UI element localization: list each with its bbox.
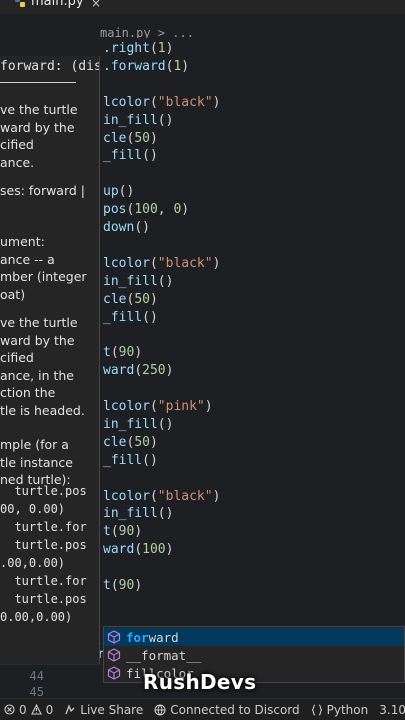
doc-paragraph: mple (for a tle instance ned turtle): [0, 437, 73, 487]
code-line[interactable]: cle(50) [103, 434, 158, 452]
code-line[interactable]: ward(100) [103, 541, 173, 559]
code-line[interactable]: up() [103, 183, 134, 201]
warning-icon [30, 704, 42, 715]
code-line[interactable]: cle(50) [103, 130, 158, 148]
tab-main-py[interactable]: main.py [14, 0, 84, 9]
code-line[interactable]: in_fill() [103, 416, 173, 434]
code-line[interactable]: in_fill() [103, 505, 173, 523]
code-line[interactable]: in_fill() [103, 273, 173, 291]
watermark: RushDevs [143, 670, 257, 694]
globe-icon [154, 703, 166, 716]
method-cube-icon [107, 666, 121, 680]
hover-signature: forward: (distance) [0, 59, 99, 74]
code-line[interactable]: lcolor("black") [103, 488, 220, 506]
suggestion-item[interactable]: __format__ [104, 646, 404, 664]
doc-example-code: turtle.pos 00, 0.00) turtle.for turtle.p… [0, 484, 87, 624]
doc-paragraph: ve the turtle ward by the cified ance, i… [0, 315, 85, 418]
code-line[interactable]: lcolor("black") [103, 255, 220, 273]
tab-label: main.py [31, 0, 84, 9]
live-share-button[interactable]: Live Share [64, 703, 143, 717]
python-file-icon [15, 0, 25, 7]
code-line[interactable]: lcolor("black") [103, 94, 220, 112]
code-line[interactable]: down() [103, 219, 150, 237]
tab-close-icon[interactable]: × [91, 0, 101, 10]
method-cube-icon [107, 630, 121, 644]
code-line[interactable]: cle(50) [103, 291, 158, 309]
suggestion-rest: __format__ [126, 647, 202, 663]
code-line[interactable]: .right(1) [103, 40, 173, 58]
code-editor[interactable]: .right(1) .forward(1) lcolor("black") in_fi… [0, 38, 405, 694]
suggestion-item[interactable]: for ward [104, 628, 404, 646]
code-line[interactable]: .forward(1) [103, 58, 189, 76]
status-bar: 0 0 Live Share Connected to Discord Pyth… [0, 698, 405, 720]
code-line[interactable]: t(90) [103, 344, 142, 362]
suggestion-match: for [126, 629, 149, 645]
doc-paragraph: ses: forward | [0, 183, 86, 198]
signature-divider [0, 82, 76, 83]
error-icon [4, 704, 15, 715]
interpreter-version[interactable]: 3.10.1 64-bit [379, 703, 405, 717]
method-cube-icon [107, 648, 121, 662]
language-mode[interactable]: Python [311, 703, 368, 717]
suggestion-rest: ward [148, 629, 179, 645]
doc-paragraph: ve the turtle ward by the cified ance. [0, 102, 78, 170]
hover-doc-popup: forward: (distance) ve the turtle ward b… [0, 56, 100, 664]
code-line[interactable]: _fill() [103, 309, 158, 327]
tab-bar: main.py × [0, 0, 405, 14]
code-line[interactable]: t(90) [103, 523, 142, 541]
code-line[interactable]: in_fill() [103, 112, 173, 130]
code-line[interactable]: _fill() [103, 147, 158, 165]
discord-status[interactable]: Connected to Discord [154, 703, 300, 717]
code-line[interactable]: ward(250) [103, 362, 173, 380]
doc-paragraph: ument: ance -- a mber (integer oat) [0, 234, 87, 302]
code-line[interactable]: _fill() [103, 452, 158, 470]
braces-icon [311, 703, 322, 716]
live-share-icon [65, 703, 75, 714]
code-line[interactable]: pos(100, 0) [103, 201, 189, 219]
problems-indicator[interactable]: 0 0 [4, 703, 53, 717]
code-line[interactable]: lcolor("pink") [103, 398, 213, 416]
code-line[interactable]: t(90) [103, 577, 142, 595]
